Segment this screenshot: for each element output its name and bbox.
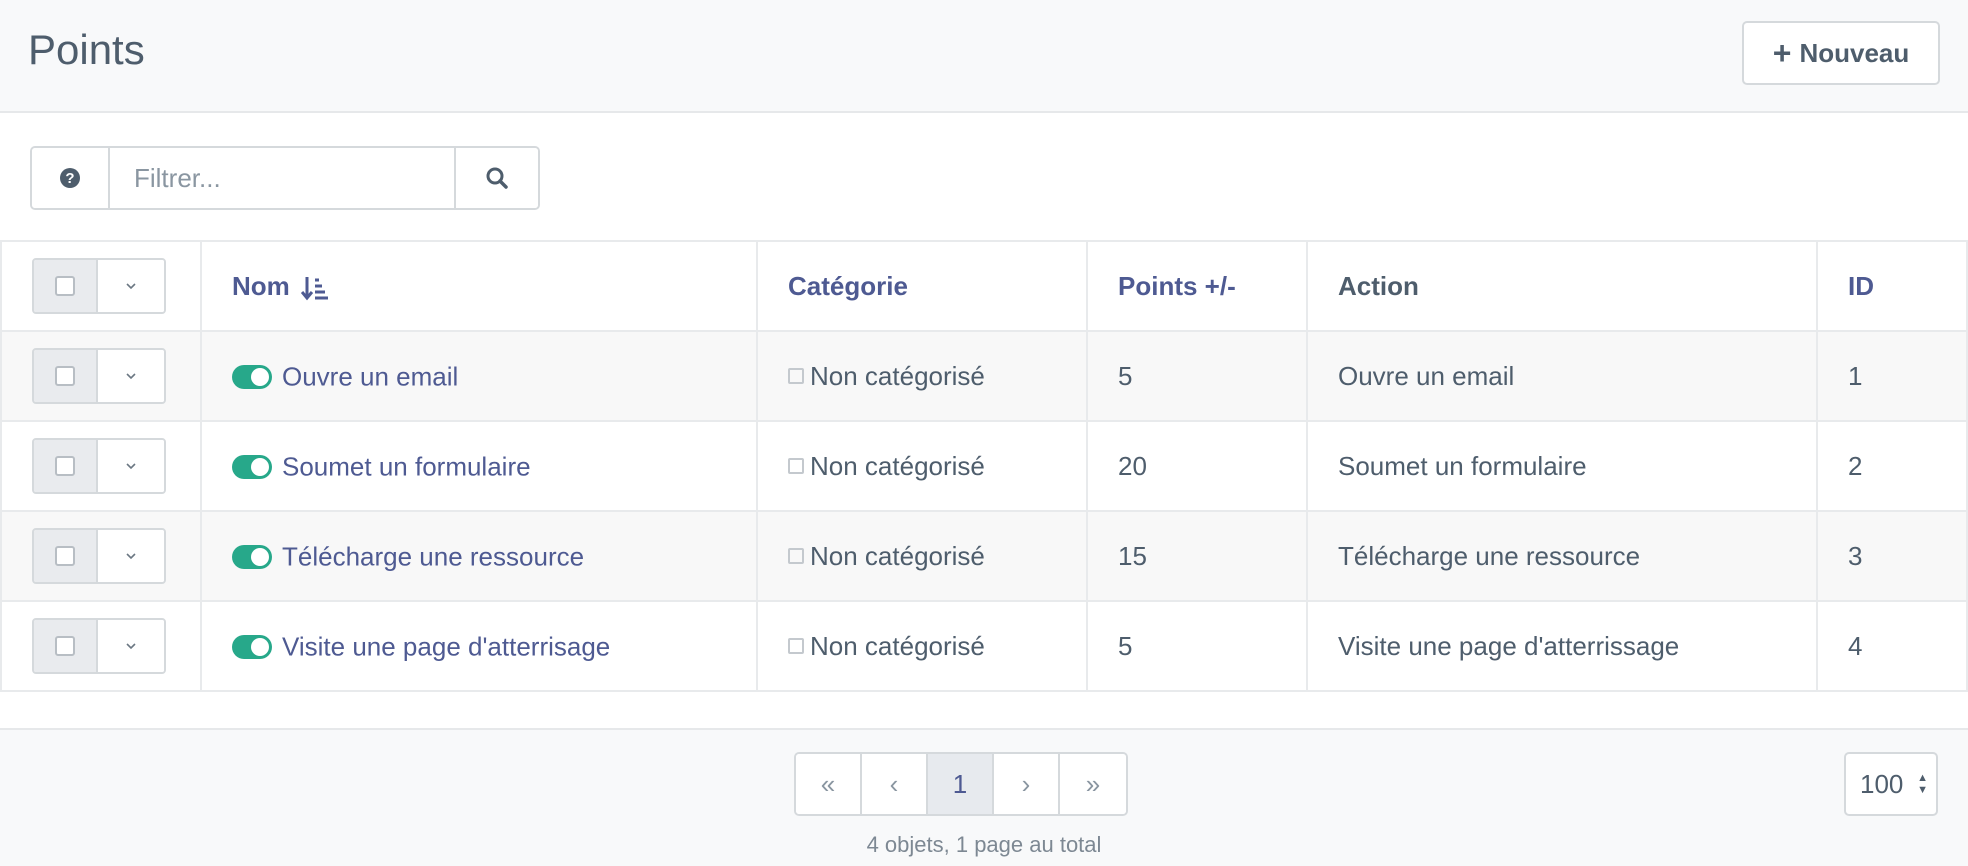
row-category-cell: Non catégorisé (756, 420, 1088, 512)
row-select-group (32, 438, 166, 494)
row-points: 15 (1086, 510, 1308, 602)
table-row: Ouvre un email Non catégorisé 5 Ouvre un… (0, 330, 1968, 422)
row-action: Ouvre un email (1306, 330, 1818, 422)
chevron-down-icon (126, 463, 136, 470)
select-all-checkbox[interactable] (34, 260, 98, 312)
pagination: « ‹ 1 › » (794, 752, 1128, 816)
row-select-cell (0, 420, 202, 512)
row-select-group (32, 528, 166, 584)
row-name-cell: Soumet un formulaire (200, 420, 758, 512)
row-select-group (32, 618, 166, 674)
next-page-button[interactable]: › (994, 754, 1060, 814)
svg-text:?: ? (65, 170, 74, 187)
page-title: Points (28, 26, 145, 73)
pagination-footer: « ‹ 1 › » 4 objets, 1 page au total 100 … (0, 728, 1968, 866)
question-circle-icon: ? (60, 168, 80, 188)
prev-page-button[interactable]: ‹ (862, 754, 928, 814)
table-row: Télécharge une ressource Non catégorisé … (0, 510, 1968, 602)
per-page-select[interactable]: 100 ▲ ▼ (1844, 752, 1938, 816)
row-points: 5 (1086, 600, 1308, 692)
table-row: Soumet un formulaire Non catégorisé 20 S… (0, 420, 1968, 512)
pagination-summary: 4 objets, 1 page au total (866, 832, 1102, 857)
row-id: 3 (1816, 510, 1968, 602)
select-all-group (32, 258, 166, 314)
row-action: Visite une page d'atterrissage (1306, 600, 1818, 692)
sort-amount-down-icon (300, 276, 329, 300)
toggle-on-icon[interactable] (232, 454, 272, 479)
row-action: Télécharge une ressource (1306, 510, 1818, 602)
toggle-on-icon[interactable] (232, 364, 272, 389)
row-name-cell: Télécharge une ressource (200, 510, 758, 602)
row-name-link[interactable]: Visite une page d'atterrisage (282, 631, 610, 661)
row-actions-toggle[interactable] (98, 530, 164, 582)
filter-input[interactable] (110, 148, 454, 208)
chevron-down-icon (126, 283, 136, 290)
first-page-button[interactable]: « (796, 754, 862, 814)
column-header-name-label: Nom (232, 270, 290, 301)
column-header-category[interactable]: Catégorie (756, 240, 1088, 332)
row-actions-toggle[interactable] (98, 440, 164, 492)
row-select-cell (0, 510, 202, 602)
row-name-link[interactable]: Télécharge une ressource (282, 541, 584, 571)
row-checkbox[interactable] (34, 530, 98, 582)
column-header-action: Action (1306, 240, 1818, 332)
row-id: 1 (1816, 330, 1968, 422)
row-select-cell (0, 600, 202, 692)
category-color-icon (788, 367, 804, 384)
row-select-cell (0, 330, 202, 422)
row-actions-toggle[interactable] (98, 350, 164, 402)
row-category-cell: Non catégorisé (756, 330, 1088, 422)
filter-bar: ? (30, 146, 540, 210)
column-header-id[interactable]: ID (1816, 240, 1968, 332)
row-checkbox[interactable] (34, 440, 98, 492)
search-icon (486, 167, 508, 189)
row-name-cell: Visite une page d'atterrisage (200, 600, 758, 692)
category-color-icon (788, 457, 804, 474)
row-category-cell: Non catégorisé (756, 510, 1088, 602)
toggle-on-icon[interactable] (232, 634, 272, 659)
select-arrows-icon: ▲ ▼ (1917, 772, 1928, 796)
page-header: Points + Nouveau (0, 0, 1968, 113)
row-category: Non catégorisé (810, 630, 985, 661)
row-name-link[interactable]: Ouvre un email (282, 361, 458, 391)
category-color-icon (788, 547, 804, 564)
last-page-button[interactable]: » (1060, 754, 1126, 814)
category-color-icon (788, 637, 804, 654)
row-points: 20 (1086, 420, 1308, 512)
row-category: Non catégorisé (810, 540, 985, 571)
table-header-row: Nom Catégorie Points +/- Action ID (0, 240, 1968, 332)
row-id: 4 (1816, 600, 1968, 692)
help-button[interactable]: ? (32, 148, 110, 208)
row-checkbox[interactable] (34, 350, 98, 402)
row-name-cell: Ouvre un email (200, 330, 758, 422)
row-actions-toggle[interactable] (98, 620, 164, 672)
per-page-value: 100 (1860, 768, 1904, 799)
new-button-label: Nouveau (1799, 37, 1910, 68)
new-button[interactable]: + Nouveau (1742, 21, 1940, 85)
current-page-button[interactable]: 1 (928, 754, 994, 814)
column-header-name[interactable]: Nom (200, 240, 758, 332)
select-all-cell (0, 240, 202, 332)
row-category: Non catégorisé (810, 450, 985, 481)
row-points: 5 (1086, 330, 1308, 422)
row-checkbox[interactable] (34, 620, 98, 672)
row-action: Soumet un formulaire (1306, 420, 1818, 512)
chevron-down-icon (126, 373, 136, 380)
row-name-link[interactable]: Soumet un formulaire (282, 451, 531, 481)
row-category: Non catégorisé (810, 360, 985, 391)
chevron-down-icon (126, 553, 136, 560)
chevron-down-icon (126, 643, 136, 650)
bulk-actions-toggle[interactable] (98, 260, 164, 312)
points-table: Nom Catégorie Points +/- Action ID Ouvre… (0, 240, 1968, 692)
row-category-cell: Non catégorisé (756, 600, 1088, 692)
row-id: 2 (1816, 420, 1968, 512)
plus-icon: + (1772, 35, 1792, 71)
column-header-points[interactable]: Points +/- (1086, 240, 1308, 332)
table-row: Visite une page d'atterrisage Non catégo… (0, 600, 1968, 692)
search-button[interactable] (454, 148, 538, 208)
toggle-on-icon[interactable] (232, 544, 272, 569)
row-select-group (32, 348, 166, 404)
